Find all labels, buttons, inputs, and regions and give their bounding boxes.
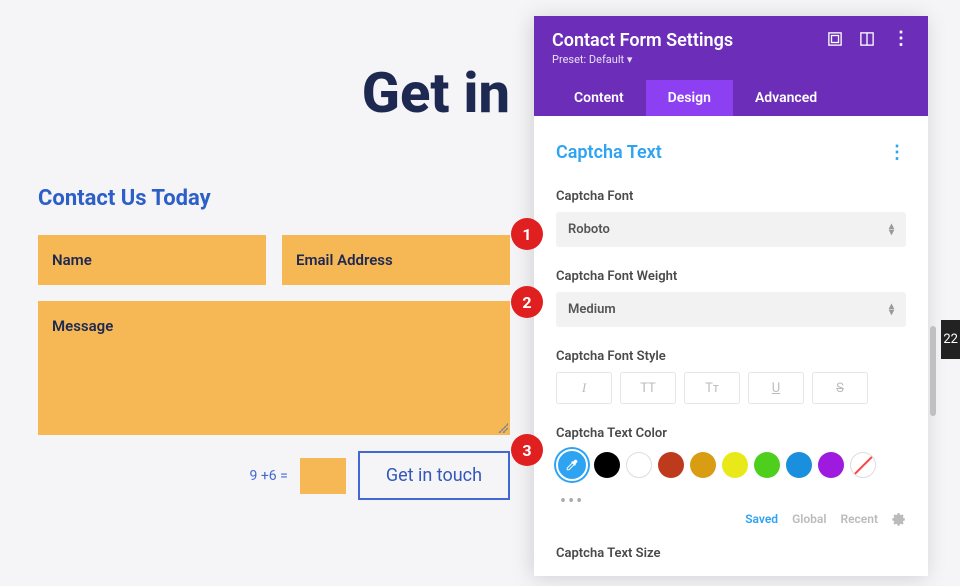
font-label: Captcha Font: [556, 189, 906, 204]
form-row-2: Message: [38, 301, 510, 435]
main-content: Get in Contact Us Today Name Email Addre…: [0, 0, 540, 530]
callout-marker-3: 3: [511, 434, 543, 466]
panel-header-top: Contact Form Settings Preset: Default ▾ …: [552, 30, 910, 66]
preset-saved[interactable]: Saved: [745, 512, 778, 526]
edge-tab[interactable]: 22: [941, 320, 960, 359]
color-swatch-transparent[interactable]: [850, 452, 876, 478]
page-heading: Get in: [30, 60, 510, 126]
message-field[interactable]: Message: [38, 301, 510, 435]
color-swatch-black[interactable]: [594, 452, 620, 478]
color-swatch-purple[interactable]: [818, 452, 844, 478]
color-label: Captcha Text Color: [556, 426, 906, 441]
strikethrough-button[interactable]: S: [812, 372, 868, 404]
italic-button[interactable]: I: [556, 372, 612, 404]
expand-icon[interactable]: [828, 32, 842, 46]
tab-content[interactable]: Content: [552, 80, 646, 116]
submit-button[interactable]: Get in touch: [358, 451, 510, 500]
tabs-bar: Content Design Advanced: [552, 80, 910, 116]
color-swatch-red[interactable]: [658, 452, 684, 478]
panel-header-text: Contact Form Settings Preset: Default ▾: [552, 30, 733, 66]
size-label: Captcha Text Size: [556, 546, 906, 561]
font-select[interactable]: Roboto ▴▾: [556, 212, 906, 247]
contact-form-area: Contact Us Today Name Email Address Mess…: [30, 186, 510, 500]
color-presets-row: Saved Global Recent: [556, 512, 906, 526]
style-buttons-row: I TT Tᴛ U S: [556, 372, 906, 404]
strike-glyph: S: [836, 381, 844, 396]
email-field[interactable]: Email Address: [282, 235, 510, 285]
resize-handle[interactable]: [498, 423, 508, 433]
name-field[interactable]: Name: [38, 235, 266, 285]
panel-icons: ⋮: [828, 30, 910, 48]
section-title-row: Captcha Text ⋮: [556, 142, 906, 163]
uppercase-button[interactable]: TT: [620, 372, 676, 404]
settings-panel: Contact Form Settings Preset: Default ▾ …: [534, 16, 928, 576]
captcha-input[interactable]: [300, 458, 346, 494]
section-menu-icon[interactable]: ⋮: [888, 142, 906, 163]
weight-label: Captcha Font Weight: [556, 269, 906, 284]
section-title[interactable]: Captcha Text: [556, 142, 662, 163]
form-title: Contact Us Today: [38, 186, 510, 211]
color-swatch-orange[interactable]: [690, 452, 716, 478]
preset-global[interactable]: Global: [792, 512, 826, 526]
panel-header: Contact Form Settings Preset: Default ▾ …: [534, 16, 928, 116]
message-label: Message: [52, 317, 113, 335]
color-swatch-white[interactable]: [626, 452, 652, 478]
tab-advanced[interactable]: Advanced: [733, 80, 839, 116]
menu-dots-icon[interactable]: ⋮: [892, 30, 910, 48]
smallcaps-button[interactable]: Tᴛ: [684, 372, 740, 404]
font-value: Roboto: [568, 222, 610, 237]
select-arrows-icon: ▴▾: [889, 304, 894, 316]
preset-recent[interactable]: Recent: [840, 512, 878, 526]
weight-value: Medium: [568, 302, 616, 317]
panel-preset[interactable]: Preset: Default ▾: [552, 53, 733, 66]
submit-row: 9 +6 = Get in touch: [38, 451, 510, 500]
underline-button[interactable]: U: [748, 372, 804, 404]
scrollbar-thumb[interactable]: [930, 326, 936, 416]
panel-body: Captcha Text ⋮ Captcha Font Roboto ▴▾ Ca…: [534, 116, 928, 566]
color-swatch-yellow[interactable]: [722, 452, 748, 478]
color-swatch-active[interactable]: [556, 449, 588, 481]
columns-icon[interactable]: [860, 32, 874, 46]
color-swatch-green[interactable]: [754, 452, 780, 478]
style-label: Captcha Font Style: [556, 349, 906, 364]
eyedropper-icon: [565, 458, 579, 472]
color-swatch-blue[interactable]: [786, 452, 812, 478]
tab-design[interactable]: Design: [646, 80, 733, 116]
select-arrows-icon: ▴▾: [889, 224, 894, 236]
callout-marker-2: 2: [511, 286, 543, 318]
form-row-1: Name Email Address: [38, 235, 510, 285]
color-swatch-row: [556, 449, 906, 481]
more-colors-icon[interactable]: •••: [560, 491, 906, 512]
weight-select[interactable]: Medium ▴▾: [556, 292, 906, 327]
captcha-question: 9 +6 =: [250, 468, 288, 484]
gear-icon[interactable]: [892, 512, 906, 526]
panel-title: Contact Form Settings: [552, 30, 733, 51]
underline-glyph: U: [772, 381, 780, 396]
callout-marker-1: 1: [511, 218, 543, 250]
